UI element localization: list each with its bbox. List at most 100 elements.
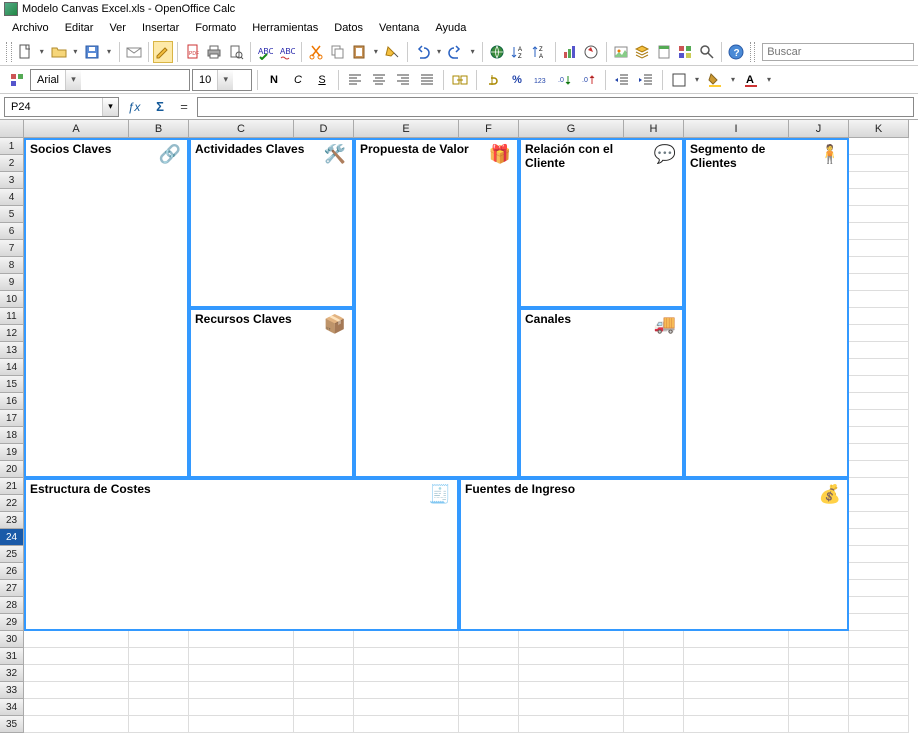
data-sources-button[interactable] xyxy=(632,41,653,63)
canvas-relacion[interactable]: Relación con el Cliente💬 xyxy=(519,138,684,308)
align-justify-button[interactable] xyxy=(416,69,438,91)
paste-dropdown[interactable]: ▾ xyxy=(370,41,381,63)
sort-desc-button[interactable]: ZA xyxy=(530,41,551,63)
column-header-J[interactable]: J xyxy=(789,120,849,138)
navigator-button[interactable] xyxy=(581,41,602,63)
function-wizard-button[interactable]: ƒx xyxy=(123,97,145,117)
spreadsheet-grid[interactable]: ABCDEFGHIJK 1234567891011121314151617181… xyxy=(0,120,918,756)
align-right-button[interactable] xyxy=(392,69,414,91)
canvas-recursos[interactable]: Recursos Claves📦 xyxy=(189,308,354,478)
column-header-B[interactable]: B xyxy=(129,120,189,138)
mail-button[interactable] xyxy=(124,41,145,63)
column-header-E[interactable]: E xyxy=(354,120,459,138)
menu-formato[interactable]: Formato xyxy=(187,20,244,36)
row-header-10[interactable]: 10 xyxy=(0,291,24,308)
canvas-propuesta[interactable]: Propuesta de Valor🎁 xyxy=(354,138,519,478)
row-header-16[interactable]: 16 xyxy=(0,393,24,410)
row-header-35[interactable]: 35 xyxy=(0,716,24,733)
canvas-canales[interactable]: Canales🚚 xyxy=(519,308,684,478)
column-header-F[interactable]: F xyxy=(459,120,519,138)
paste-button[interactable] xyxy=(349,41,370,63)
gallery-button[interactable] xyxy=(610,41,631,63)
canvas-socios[interactable]: Socios Claves🔗 xyxy=(24,138,189,478)
cut-button[interactable] xyxy=(306,41,327,63)
find-button[interactable] xyxy=(697,41,718,63)
row-header-18[interactable]: 18 xyxy=(0,427,24,444)
bgcolor-button[interactable] xyxy=(704,69,726,91)
row-header-7[interactable]: 7 xyxy=(0,240,24,257)
number-format-button[interactable]: 123 xyxy=(530,69,552,91)
row-header-23[interactable]: 23 xyxy=(0,512,24,529)
row-header-33[interactable]: 33 xyxy=(0,682,24,699)
row-header-28[interactable]: 28 xyxy=(0,597,24,614)
chart-button[interactable] xyxy=(560,41,581,63)
row-header-31[interactable]: 31 xyxy=(0,648,24,665)
copy-button[interactable] xyxy=(327,41,348,63)
row-header-1[interactable]: 1 xyxy=(0,138,24,155)
styles-button[interactable] xyxy=(675,41,696,63)
row-header-9[interactable]: 9 xyxy=(0,274,24,291)
toolbar-handle-2[interactable] xyxy=(750,42,756,62)
underline-button[interactable]: S xyxy=(311,69,333,91)
row-header-14[interactable]: 14 xyxy=(0,359,24,376)
headers-footers-button[interactable] xyxy=(654,41,675,63)
decrease-indent-button[interactable] xyxy=(611,69,633,91)
borders-dropdown[interactable]: ▾ xyxy=(692,75,702,84)
menu-ventana[interactable]: Ventana xyxy=(371,20,427,36)
open-button[interactable] xyxy=(48,41,69,63)
auto-spellcheck-button[interactable]: ABC xyxy=(276,41,297,63)
row-header-22[interactable]: 22 xyxy=(0,495,24,512)
open-dropdown[interactable]: ▾ xyxy=(70,41,81,63)
column-header-A[interactable]: A xyxy=(24,120,129,138)
spellcheck-button[interactable]: ABC xyxy=(255,41,276,63)
undo-dropdown[interactable]: ▾ xyxy=(433,41,444,63)
save-button[interactable] xyxy=(82,41,103,63)
fontcolor-dropdown[interactable]: ▾ xyxy=(764,75,774,84)
row-header-24[interactable]: 24 xyxy=(0,529,24,546)
italic-button[interactable]: C xyxy=(287,69,309,91)
redo-button[interactable] xyxy=(446,41,467,63)
row-header-17[interactable]: 17 xyxy=(0,410,24,427)
print-button[interactable] xyxy=(204,41,225,63)
row-header-26[interactable]: 26 xyxy=(0,563,24,580)
export-pdf-button[interactable]: PDF xyxy=(182,41,203,63)
row-header-13[interactable]: 13 xyxy=(0,342,24,359)
row-header-20[interactable]: 20 xyxy=(0,461,24,478)
row-header-4[interactable]: 4 xyxy=(0,189,24,206)
row-header-3[interactable]: 3 xyxy=(0,172,24,189)
new-button[interactable] xyxy=(15,41,36,63)
undo-button[interactable] xyxy=(412,41,433,63)
align-center-button[interactable] xyxy=(368,69,390,91)
row-header-30[interactable]: 30 xyxy=(0,631,24,648)
align-left-button[interactable] xyxy=(344,69,366,91)
canvas-segmento[interactable]: Segmento de Clientes🧍 xyxy=(684,138,849,478)
increase-indent-button[interactable] xyxy=(635,69,657,91)
add-decimal-button[interactable]: .0 xyxy=(554,69,576,91)
font-size-combo[interactable]: 10▾ xyxy=(192,69,252,91)
hyperlink-button[interactable] xyxy=(487,41,508,63)
merge-cells-button[interactable] xyxy=(449,69,471,91)
function-button[interactable]: = xyxy=(175,97,193,117)
column-header-H[interactable]: H xyxy=(624,120,684,138)
row-header-2[interactable]: 2 xyxy=(0,155,24,172)
canvas-actividades[interactable]: Actividades Claves🛠️ xyxy=(189,138,354,308)
column-header-K[interactable]: K xyxy=(849,120,909,138)
row-header-29[interactable]: 29 xyxy=(0,614,24,631)
row-header-32[interactable]: 32 xyxy=(0,665,24,682)
row-header-15[interactable]: 15 xyxy=(0,376,24,393)
menu-insertar[interactable]: Insertar xyxy=(134,20,187,36)
menu-editar[interactable]: Editar xyxy=(57,20,102,36)
menu-archivo[interactable]: Archivo xyxy=(4,20,57,36)
sum-button[interactable]: Σ xyxy=(149,97,171,117)
menu-herramientas[interactable]: Herramientas xyxy=(244,20,326,36)
save-dropdown[interactable]: ▾ xyxy=(103,41,114,63)
menu-ayuda[interactable]: Ayuda xyxy=(427,20,474,36)
column-header-I[interactable]: I xyxy=(684,120,789,138)
column-header-C[interactable]: C xyxy=(189,120,294,138)
row-header-25[interactable]: 25 xyxy=(0,546,24,563)
search-input[interactable] xyxy=(762,43,914,61)
row-header-5[interactable]: 5 xyxy=(0,206,24,223)
toolbar-handle[interactable] xyxy=(6,42,12,62)
menu-datos[interactable]: Datos xyxy=(326,20,371,36)
percent-button[interactable]: % xyxy=(506,69,528,91)
